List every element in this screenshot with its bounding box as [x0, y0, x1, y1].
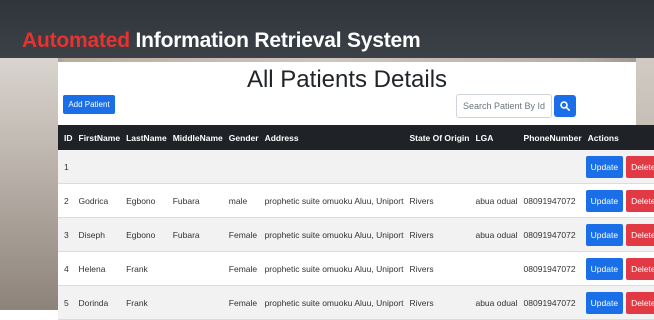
column-header-actions: Actions [581, 125, 654, 150]
search-input[interactable] [456, 94, 552, 118]
cell-actions: Update Delete [581, 183, 654, 218]
table-row: 4 Helena Frank Female prophetic suite om… [58, 251, 654, 286]
cell-lastname: Frank [120, 251, 167, 286]
delete-button[interactable]: Delete [626, 223, 654, 246]
cell-gender: Female [222, 251, 259, 286]
cell-actions: Update Delete [581, 251, 654, 286]
cell-actions: Update Delete [581, 217, 654, 252]
cell-firstname: Dorinda [72, 285, 121, 320]
cell-middlename [166, 251, 223, 286]
cell-actions: Update Delete [581, 285, 654, 320]
cell-actions: Update Delete [581, 150, 654, 184]
cell-gender: Female [222, 285, 259, 320]
cell-address: prophetic suite omuoku Aluu, Uniport [258, 183, 404, 218]
cell-middlename: Fubara [166, 217, 223, 252]
app-title-accent: Automated [22, 29, 130, 52]
column-header-gender: Gender [222, 125, 259, 150]
background-image-left [0, 58, 58, 310]
column-header-lastname: LastName [120, 125, 167, 150]
update-button[interactable]: Update [585, 155, 624, 178]
cell-phone: 08091947072 [517, 217, 582, 252]
cell-middlename [166, 150, 223, 184]
search-icon [560, 101, 570, 111]
cell-firstname [72, 150, 121, 184]
cell-id: 2 [58, 183, 73, 218]
cell-address: prophetic suite omuoku Aluu, Uniport [258, 217, 404, 252]
column-header-lga: LGA [469, 125, 518, 150]
update-button[interactable]: Update [585, 189, 624, 212]
cell-middlename [166, 285, 223, 320]
cell-lga [469, 150, 518, 184]
cell-lga: abua odual [469, 183, 518, 218]
cell-phone: 08091947072 [517, 251, 582, 286]
cell-state: Rivers [403, 183, 470, 218]
cell-firstname: Diseph [72, 217, 121, 252]
patients-panel: All Patients Details Add Patient ID Firs… [58, 62, 654, 320]
cell-phone: 08091947072 [517, 183, 582, 218]
column-header-middlename: MiddleName [166, 125, 223, 150]
table-row: 1 Update Delete [58, 150, 654, 184]
add-patient-button[interactable]: Add Patient [63, 95, 115, 114]
cell-state: Rivers [403, 285, 470, 320]
cell-lastname: Frank [120, 285, 167, 320]
column-header-firstname: FirstName [72, 125, 121, 150]
delete-button[interactable]: Delete [626, 189, 654, 212]
update-button[interactable]: Update [585, 291, 624, 314]
cell-address [258, 150, 404, 184]
column-header-phone: PhoneNumber [517, 125, 582, 150]
search-button[interactable] [554, 95, 576, 117]
page-title: All Patients Details [246, 66, 448, 93]
app-header: Automated Information Retrieval System [0, 0, 654, 58]
cell-phone: 08091947072 [517, 285, 582, 320]
cell-state: Rivers [403, 217, 470, 252]
cell-phone [517, 150, 582, 184]
table-row: 3 Diseph Egbono Fubara Female prophetic … [58, 217, 654, 252]
cell-gender: male [222, 183, 259, 218]
cell-gender: Female [222, 217, 259, 252]
cell-lastname: Egbono [120, 183, 167, 218]
cell-middlename: Fubara [166, 183, 223, 218]
update-button[interactable]: Update [585, 257, 624, 280]
cell-lga: abua odual [469, 217, 518, 252]
cell-state: Rivers [403, 251, 470, 286]
cell-state [403, 150, 470, 184]
app-title-rest: Information Retrieval System [129, 29, 421, 52]
cell-lastname: Egbono [120, 217, 167, 252]
table-row: 5 Dorinda Frank Female prophetic suite o… [58, 285, 654, 320]
table-row: 2 Godrica Egbono Fubara male prophetic s… [58, 183, 654, 218]
cell-id: 3 [58, 217, 73, 252]
cell-lga [469, 251, 518, 286]
cell-address: prophetic suite omuoku Aluu, Uniport [258, 285, 404, 320]
cell-lastname [120, 150, 167, 184]
cell-lga: abua odual [469, 285, 518, 320]
delete-button[interactable]: Delete [626, 291, 654, 314]
update-button[interactable]: Update [585, 223, 624, 246]
delete-button[interactable]: Delete [626, 257, 654, 280]
cell-id: 5 [58, 285, 73, 320]
cell-firstname: Helena [72, 251, 121, 286]
cell-gender [222, 150, 259, 184]
app-title: Automated Information Retrieval System [22, 29, 421, 53]
cell-address: prophetic suite omuoku Aluu, Uniport [258, 251, 404, 286]
delete-button[interactable]: Delete [626, 155, 654, 178]
column-header-state: State Of Origin [403, 125, 470, 150]
cell-id: 1 [58, 150, 73, 184]
column-header-address: Address [258, 125, 404, 150]
patients-table: ID FirstName LastName MiddleName Gender … [58, 125, 654, 320]
table-header-row: ID FirstName LastName MiddleName Gender … [58, 125, 654, 150]
column-header-id: ID [58, 125, 73, 150]
cell-firstname: Godrica [72, 183, 121, 218]
cell-id: 4 [58, 251, 73, 286]
